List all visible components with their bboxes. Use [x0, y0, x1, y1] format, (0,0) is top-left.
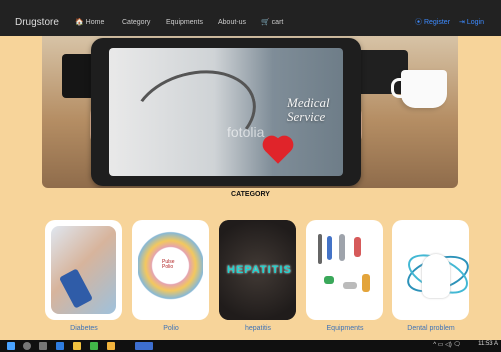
- polio-badge: Pulse Polio: [162, 259, 175, 270]
- login-label: Login: [466, 19, 484, 26]
- category-label-dental-problem[interactable]: Dental problem: [386, 325, 476, 332]
- nav-category-label: Category: [122, 19, 151, 26]
- taskbar-clock: 11:53 A: [478, 341, 498, 347]
- register-link[interactable]: ⦿ Register: [415, 0, 450, 36]
- category-card-equipments[interactable]: [306, 220, 383, 320]
- watermark: fotolia: [227, 124, 265, 140]
- app-icon[interactable]: [107, 342, 115, 350]
- chrome-icon[interactable]: [90, 342, 98, 350]
- system-tray: ^ ▭ ◁) 🗨: [433, 342, 461, 348]
- login-icon: ⇥: [459, 19, 465, 26]
- nav-equipments[interactable]: Equipments: [166, 0, 203, 36]
- windows-taskbar: ^ ▭ ◁) 🗨 11:53 A: [0, 340, 501, 352]
- nav-home-label: Home: [85, 19, 105, 26]
- folder-icon[interactable]: [73, 342, 81, 350]
- nav-cart-label: cart: [271, 19, 284, 26]
- category-heading: CATEGORY: [231, 191, 270, 198]
- edge-icon[interactable]: [56, 342, 64, 350]
- hero-text: Medical Service: [287, 96, 372, 124]
- hero-banner: Medical Service fotolia: [42, 36, 458, 188]
- category-card-hepatitis[interactable]: HEPATITIS: [219, 220, 296, 320]
- nav-equipments-label: Equipments: [166, 19, 203, 26]
- hero-text-line2: Service: [287, 109, 326, 124]
- register-label: Register: [423, 19, 451, 26]
- nav-about-us-label: About-us: [218, 19, 247, 26]
- stethoscope-shape: [122, 57, 266, 173]
- task-view-icon[interactable]: [39, 342, 47, 350]
- brand-logo[interactable]: Drugstore: [15, 0, 59, 36]
- polio-image: Pulse Polio: [138, 226, 203, 314]
- hepatitis-word: HEPATITIS: [227, 264, 292, 276]
- tooth-icon: [422, 254, 450, 298]
- top-navbar: Drugstore 🏠 Home Category Equipments Abo…: [0, 0, 501, 36]
- nav-about-us[interactable]: About-us: [218, 0, 246, 36]
- start-icon[interactable]: [7, 342, 15, 350]
- equipments-image: [312, 226, 377, 314]
- dental-image: [398, 226, 469, 314]
- category-card-dental-problem[interactable]: [392, 220, 469, 320]
- diabetes-image: [51, 226, 116, 314]
- category-card-polio[interactable]: Pulse Polio: [132, 220, 209, 320]
- nav-home[interactable]: 🏠 Home: [75, 0, 104, 36]
- category-card-diabetes[interactable]: [45, 220, 122, 320]
- nav-cart[interactable]: 🛒 cart: [261, 0, 283, 36]
- hepatitis-image: HEPATITIS: [219, 220, 296, 320]
- active-window-icon[interactable]: [135, 342, 153, 350]
- category-label-equipments[interactable]: Equipments: [300, 325, 390, 332]
- heart-icon: [265, 138, 291, 164]
- mug-image: [391, 70, 447, 108]
- login-link[interactable]: ⇥ Login: [459, 0, 484, 36]
- nav-category[interactable]: Category: [122, 0, 150, 36]
- search-icon[interactable]: [23, 342, 31, 350]
- category-label-polio[interactable]: Polio: [126, 325, 216, 332]
- category-label-diabetes[interactable]: Diabetes: [39, 325, 129, 332]
- hero-text-line1: Medical: [287, 95, 330, 110]
- category-label-hepatitis[interactable]: hepatitis: [213, 325, 303, 332]
